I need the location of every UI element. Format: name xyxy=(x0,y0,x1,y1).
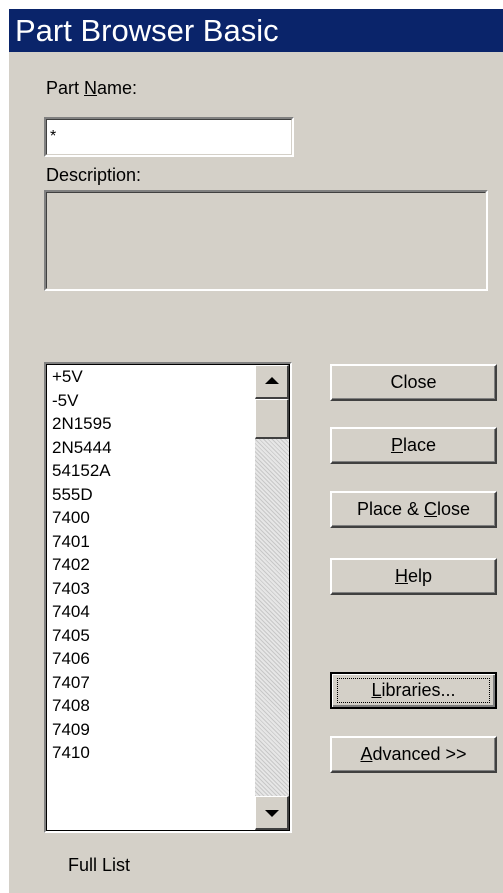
scroll-down-button[interactable] xyxy=(255,796,289,830)
parts-list-scrollbar[interactable] xyxy=(255,365,289,830)
list-item[interactable]: 7408 xyxy=(52,694,253,718)
list-item[interactable]: 2N1595 xyxy=(52,412,253,436)
part-name-label: Part Name: xyxy=(46,78,137,99)
list-item[interactable]: 7402 xyxy=(52,553,253,577)
description-box xyxy=(44,190,488,291)
place-button[interactable]: Place xyxy=(330,427,497,464)
part-name-input[interactable] xyxy=(47,120,291,154)
parts-listbox[interactable]: +5V -5V 2N1595 2N5444 54152A 555D 7400 7401 7402… xyxy=(44,362,292,833)
place-and-close-button[interactable]: Place & Close xyxy=(330,491,497,528)
list-item[interactable]: 7409 xyxy=(52,718,253,742)
dialog-title-bar[interactable]: Part Browser Basic xyxy=(9,9,503,52)
list-item[interactable]: 7406 xyxy=(52,647,253,671)
help-button[interactable]: Help xyxy=(330,558,497,595)
scroll-up-button[interactable] xyxy=(255,365,289,399)
list-item[interactable]: 54152A xyxy=(52,459,253,483)
arrow-up-icon xyxy=(265,377,279,384)
parts-list: +5V -5V 2N1595 2N5444 54152A 555D 7400 7401 7402… xyxy=(52,365,253,765)
list-item[interactable]: 7410 xyxy=(52,741,253,765)
part-name-label-text: Part Name: xyxy=(46,78,138,98)
list-item[interactable]: 7403 xyxy=(52,577,253,601)
advanced-button[interactable]: Advanced >> xyxy=(330,736,497,773)
list-item[interactable]: 555D xyxy=(52,483,253,507)
list-item[interactable]: +5V xyxy=(52,365,253,389)
close-button[interactable]: Close xyxy=(330,364,497,401)
list-item[interactable]: 7407 xyxy=(52,671,253,695)
dialog-title: Part Browser Basic xyxy=(15,13,279,48)
list-status-label: Full List xyxy=(68,855,131,875)
scroll-thumb[interactable] xyxy=(255,399,289,439)
list-item[interactable]: 2N5444 xyxy=(52,436,253,460)
list-item[interactable]: 7401 xyxy=(52,530,253,554)
libraries-button[interactable]: Libraries... xyxy=(330,672,497,709)
list-item[interactable]: 7404 xyxy=(52,600,253,624)
part-name-field-frame xyxy=(44,117,294,157)
description-label: Description: xyxy=(46,165,142,185)
list-item[interactable]: 7405 xyxy=(52,624,253,648)
arrow-down-icon xyxy=(265,810,279,817)
list-item[interactable]: 7400 xyxy=(52,506,253,530)
list-item[interactable]: -5V xyxy=(52,389,253,413)
